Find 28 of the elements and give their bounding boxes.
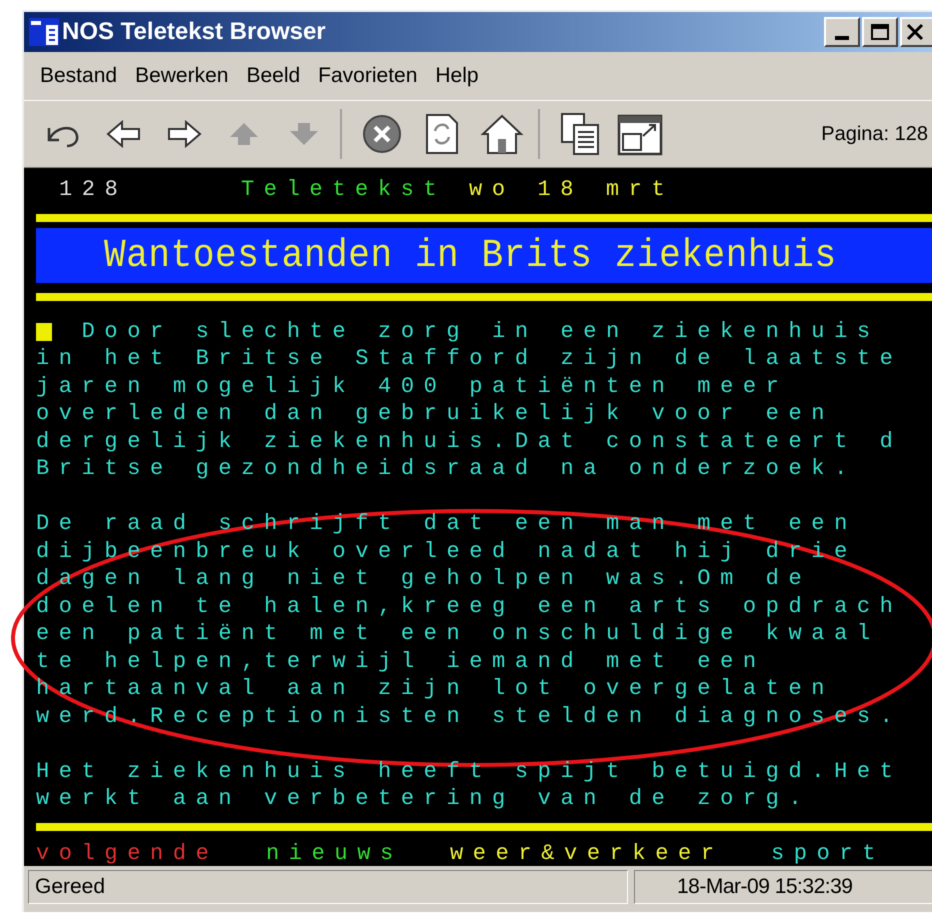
fastext-link[interactable]: nieuws bbox=[266, 843, 450, 865]
body-text-line: werkt aan verbetering van de zorg. bbox=[36, 788, 812, 810]
body-text-line: Britse gezondheidsraad na onderzoek. bbox=[36, 458, 857, 480]
page-label: Pagina: 128 bbox=[821, 122, 928, 147]
menu-item[interactable]: Help bbox=[429, 60, 485, 92]
menu-item[interactable]: Favorieten bbox=[312, 60, 424, 92]
body-text-line: te helpen,terwijl iemand met een bbox=[36, 650, 766, 673]
body-text-line: overleden dan gebruikelijk voor een bbox=[36, 403, 834, 426]
body-text-line: in het Britse Stafford zijn de laatste bbox=[36, 348, 902, 370]
page-number: 128 bbox=[59, 179, 128, 201]
body-text-line: Door slechte zorg in een ziekenhuis bbox=[82, 320, 880, 343]
menu-item[interactable]: Bestand bbox=[34, 60, 124, 92]
date-text: wo 18 mrt bbox=[469, 179, 674, 201]
window-title: NOS Teletekst Browser bbox=[62, 20, 326, 44]
service-name: Teletekst bbox=[241, 179, 446, 201]
menu-item[interactable]: Beeld bbox=[240, 60, 306, 92]
headline: Wantoestanden in Brits ziekenhuis bbox=[104, 236, 837, 276]
body-text-line: doelen te halen,kreeg een arts opdrach bbox=[36, 596, 902, 618]
fastext-link[interactable]: volgende bbox=[36, 843, 266, 865]
menu-item[interactable]: Bewerken bbox=[129, 60, 234, 92]
body-text-line: jaren mogelijk 400 patiënten meer bbox=[36, 376, 788, 398]
status-datetime: 18-Mar-09 15:32:39 bbox=[677, 874, 852, 900]
status-text: Gereed bbox=[35, 874, 106, 900]
fastext-link[interactable]: weer&verkeer bbox=[450, 843, 771, 865]
fastext-link[interactable]: sport bbox=[771, 843, 932, 865]
body-text-line: dergelijk ziekenhuis.Dat constateert d bbox=[36, 430, 902, 453]
body-text-line: een patiënt met een onschuldige kwaal bbox=[36, 623, 880, 646]
body-text-line: Het ziekenhuis heeft spijt betuigd.Het bbox=[36, 760, 902, 783]
